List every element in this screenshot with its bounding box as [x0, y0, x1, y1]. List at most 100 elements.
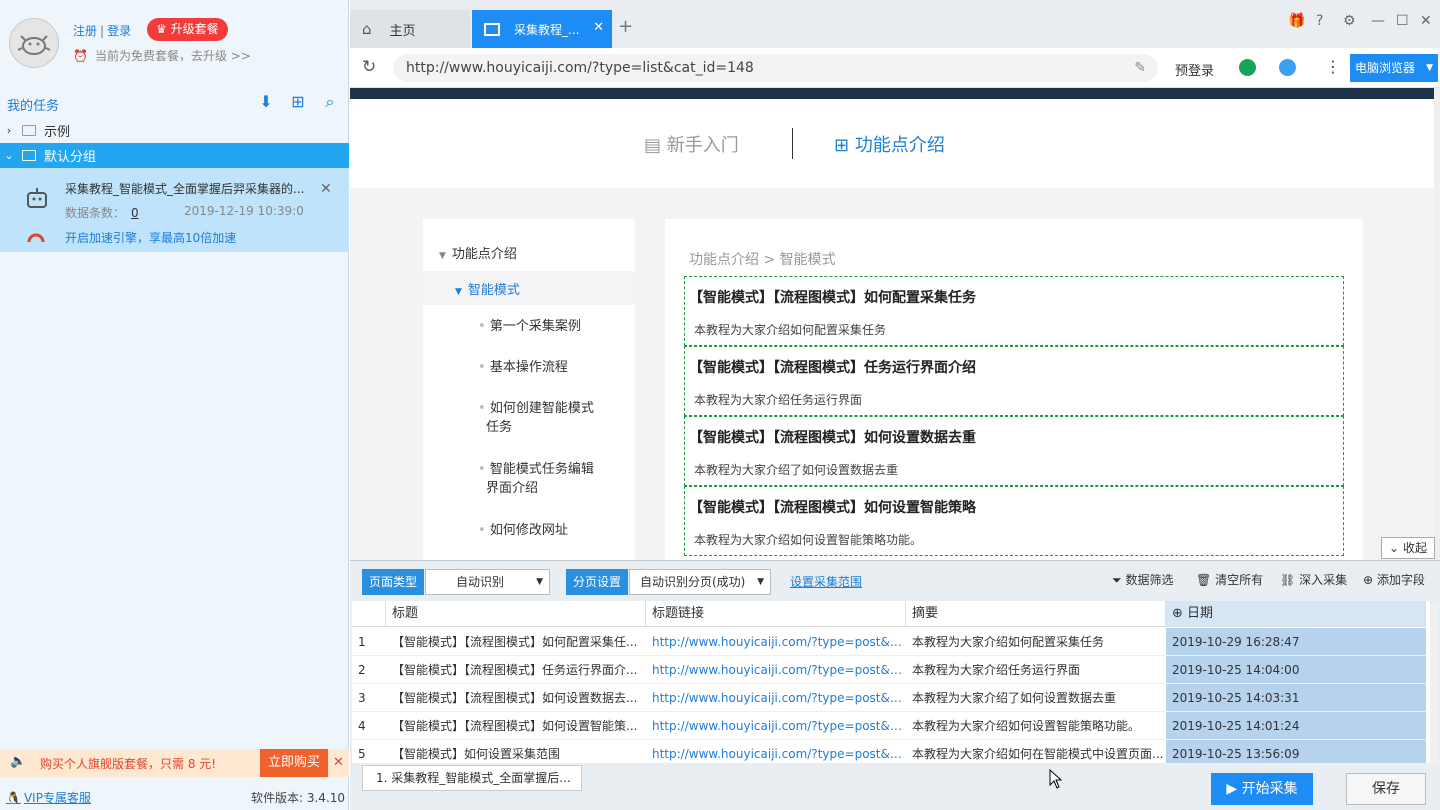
table-cell[interactable]: http://www.houyicaiji.com/?type=post&pid… — [646, 740, 906, 763]
url-input[interactable]: http://www.houyicaiji.com/?type=list&cat… — [393, 54, 1158, 82]
tab-active[interactable]: 采集教程_... ✕ — [472, 10, 612, 48]
table-cell: 【智能模式】【流程图模式】如何设置数据去... — [386, 684, 646, 712]
article-card[interactable]: 【智能模式】【流程图模式】如何设置智能策略本教程为大家介绍如何设置智能策略功能。 — [684, 486, 1344, 556]
sidebar-label: 界面介绍 — [486, 481, 539, 496]
page-icon — [484, 22, 500, 36]
table-header-date[interactable]: ⊕ 日期 — [1166, 601, 1426, 627]
collapse-button[interactable]: ⌄ 收起 — [1381, 537, 1435, 559]
task-tab[interactable]: 1. 采集教程_智能模式_全面掌握后... — [362, 765, 582, 791]
extension-green-icon[interactable] — [1239, 59, 1256, 76]
help-icon[interactable]: ? — [1316, 13, 1323, 29]
table-cell: 2019-10-29 16:28:47 — [1166, 628, 1426, 656]
row-index: 4 — [352, 712, 386, 740]
upgrade-button[interactable]: ♛ 升级套餐 — [147, 18, 228, 41]
login-link[interactable]: 登录 — [107, 24, 131, 38]
clear-all-button[interactable]: 🗑 清空所有 — [1196, 571, 1263, 588]
crown-icon: ♛ — [156, 22, 167, 36]
version-label: 软件版本: 3.4.10 — [251, 791, 346, 805]
sidebar-item[interactable]: • 智能模式任务编辑 界面介绍 — [478, 458, 594, 496]
new-tab-button[interactable]: + — [618, 16, 633, 37]
page-type-select[interactable]: 自动识别 ▼ — [425, 569, 550, 595]
plus-circle-icon: ⊕ — [1363, 573, 1374, 587]
filter-icon: ⏷ — [1112, 573, 1122, 587]
set-range-link[interactable]: 设置采集范围 — [790, 573, 862, 590]
caret-down-icon: ▼ — [455, 287, 462, 297]
deep-collect-button[interactable]: ⛓ 深入采集 — [1280, 571, 1347, 588]
minimize-icon[interactable]: — — [1371, 13, 1385, 29]
article-title[interactable]: 【智能模式】【流程图模式】如何设置智能策略 — [689, 497, 976, 517]
new-task-icon[interactable]: ⊞ — [287, 92, 309, 112]
add-field-button[interactable]: ⊕ 添加字段 — [1363, 571, 1425, 588]
caret-down-icon: ▼ — [536, 577, 543, 587]
table-header[interactable]: 标题 — [386, 601, 646, 627]
table-cell: 本教程为大家介绍如何在智能模式中设置页面... — [906, 740, 1166, 763]
table-cell: 2019-10-25 14:04:00 — [1166, 656, 1426, 684]
tab-home[interactable]: ⌂ 主页 — [350, 10, 470, 48]
more-icon[interactable]: ⋮ — [1325, 57, 1341, 76]
table-header[interactable]: 标题链接 — [646, 601, 906, 627]
start-collect-button[interactable]: ▶ 开始采集 — [1211, 773, 1313, 805]
group-example[interactable]: › 示例 — [0, 118, 349, 143]
table-cell: 2019-10-25 14:03:31 — [1166, 684, 1426, 712]
my-tasks-title: 我的任务 — [7, 99, 60, 114]
article-title[interactable]: 【智能模式】【流程图模式】如何设置数据去重 — [689, 427, 976, 447]
article-desc: 本教程为大家介绍了如何设置数据去重 — [694, 463, 899, 477]
tab-label: 采集教程_... — [514, 22, 580, 37]
table-cell[interactable]: http://www.houyicaiji.com/?type=post&pid… — [646, 656, 906, 684]
sidebar-item[interactable]: • 如何修改网址 — [478, 519, 568, 538]
browser-mode-select[interactable]: 电脑浏览器 ▼ — [1350, 54, 1438, 82]
sidebar-item[interactable]: • 基本操作流程 — [478, 356, 568, 375]
nav-features[interactable]: ⊞ 功能点介绍 — [834, 131, 945, 157]
task-title: 采集教程_智能模式_全面掌握后羿采集器的... — [65, 182, 305, 196]
plan-notice[interactable]: ⏰ 当前为免费套餐，去升级 >> — [73, 47, 251, 64]
article-desc: 本教程为大家介绍如何设置智能策略功能。 — [694, 533, 923, 547]
close-window-icon[interactable]: ✕ — [1420, 13, 1432, 29]
table-cell[interactable]: http://www.houyicaiji.com/?type=post&pid… — [646, 628, 906, 656]
search-task-icon[interactable]: ⌕ — [319, 92, 341, 112]
accelerate-link[interactable]: 开启加速引擎，享最高10倍加速 — [65, 229, 236, 246]
maximize-icon[interactable]: ☐ — [1396, 13, 1409, 29]
import-task-icon[interactable]: ⬇ — [255, 92, 277, 112]
gift-icon[interactable]: 🎁 — [1288, 13, 1305, 29]
article-title[interactable]: 【智能模式】【流程图模式】任务运行界面介绍 — [689, 357, 976, 377]
prelogin-button[interactable]: 预登录 — [1175, 60, 1214, 79]
edit-icon[interactable]: ✎ — [1134, 54, 1146, 82]
article-card[interactable]: 【智能模式】【流程图模式】任务运行界面介绍 本教程为大家介绍任务运行界面 — [684, 346, 1344, 416]
article-title[interactable]: 【智能模式】【流程图模式】如何配置采集任务 — [689, 287, 976, 307]
task-panel: 注册 | 登录 ♛ 升级套餐 ⏰ 当前为免费套餐，去升级 >> 我的任务 ⬇ ⊞ ⌕ … — [0, 0, 349, 810]
sidebar-item-features[interactable]: ▼ 功能点介绍 — [439, 243, 517, 262]
article-card[interactable]: 【智能模式】【流程图模式】如何配置采集任务 本教程为大家介绍如何配置采集任务 — [684, 276, 1344, 346]
save-button[interactable]: 保存 — [1346, 773, 1426, 805]
speaker-icon: 🔈 — [10, 754, 27, 769]
sidebar-item[interactable]: • 第一个采集案例 — [478, 315, 581, 334]
avatar[interactable] — [9, 18, 59, 68]
table-cell[interactable]: http://www.houyicaiji.com/?type=post&pid… — [646, 712, 906, 740]
register-link[interactable]: 注册 — [73, 24, 97, 38]
page-type-label: 页面类型 — [362, 569, 425, 595]
group-default[interactable]: ⌄ 默认分组 — [0, 143, 349, 168]
url-text: http://www.houyicaiji.com/?type=list&cat… — [406, 60, 754, 76]
table-cell[interactable]: http://www.houyicaiji.com/?type=post&pid… — [646, 684, 906, 712]
table-header[interactable]: 摘要 — [906, 601, 1166, 627]
nav-beginner[interactable]: ▤ 新手入门 — [644, 131, 739, 157]
close-icon[interactable]: ✕ — [320, 181, 332, 197]
filter-button[interactable]: ⏷ 数据筛选 — [1112, 571, 1173, 588]
vip-support-link[interactable]: 🐧 VIP专属客服 — [6, 789, 91, 806]
extension-blue-icon[interactable] — [1279, 59, 1296, 76]
page-scrollbar[interactable] — [1434, 88, 1440, 560]
close-icon[interactable]: ✕ — [593, 20, 604, 35]
sidebar-item[interactable]: • 如何创建智能模式 任务 — [478, 397, 594, 435]
sidebar-label: 功能点介绍 — [451, 247, 517, 262]
gear-icon[interactable]: ⚙ — [1343, 13, 1356, 29]
refresh-icon[interactable]: ↻ — [362, 57, 376, 77]
crab-avatar-icon — [17, 35, 51, 55]
sidebar-item-smart-mode[interactable]: ▼ 智能模式 — [455, 279, 520, 298]
task-item[interactable]: 采集教程_智能模式_全面掌握后羿采集器的... 数据条数： 0 2019-12-1… — [0, 168, 349, 252]
article-card[interactable]: 【智能模式】【流程图模式】如何设置数据去重本教程为大家介绍了如何设置数据去重 — [684, 416, 1344, 486]
tab-bar: ⌂ 主页 采集教程_... ✕ + 🎁 ? ⚙ — ☐ ✕ — [350, 0, 1440, 48]
paging-select[interactable]: 自动识别分页(成功) ▼ — [629, 569, 771, 595]
table-scrollbar[interactable] — [1430, 603, 1438, 763]
close-icon[interactable]: ✕ — [333, 755, 344, 770]
buy-now-button[interactable]: 立即购买 — [260, 749, 328, 777]
task-count-value[interactable]: 0 — [131, 206, 139, 220]
